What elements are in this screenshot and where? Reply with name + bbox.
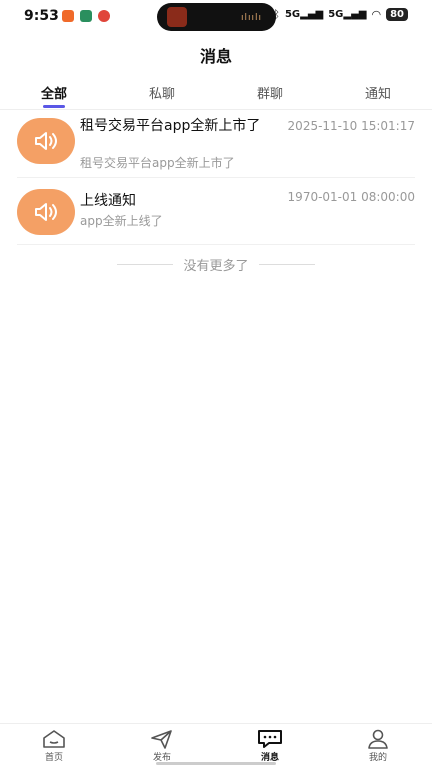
message-item[interactable]: 租号交易平台app全新上市了 租号交易平台app全新上市了 2025-11-10… — [17, 117, 415, 177]
message-title: 上线通知 — [80, 193, 136, 209]
divider — [0, 109, 432, 110]
speaker-icon — [17, 118, 75, 164]
user-icon — [368, 729, 388, 749]
no-more-text: 没有更多了 — [183, 259, 249, 274]
nav-label: 首页 — [44, 753, 63, 763]
audio-wave-icon: ılıılı — [240, 13, 262, 23]
nav-profile[interactable]: 我的 — [324, 724, 432, 768]
tab-all[interactable]: 全部 — [0, 78, 108, 108]
status-indicators: ᛒ 5G▂▄▆ 5G▂▄▆ ◠ 80 — [273, 8, 408, 21]
message-item[interactable]: 上线通知 app全新上线了 1970-01-01 08:00:00 — [17, 188, 415, 248]
status-time: 9:53 — [24, 8, 59, 24]
divider — [17, 177, 415, 178]
divider — [258, 264, 315, 265]
wifi-icon: ◠ — [371, 8, 382, 21]
bluetooth-icon: ᛒ — [273, 8, 280, 21]
app-notification-icon — [98, 10, 110, 22]
signal-icon: 5G▂▄▆ — [284, 9, 324, 20]
message-tabs: 全部 私聊 群聊 通知 — [0, 78, 432, 108]
media-thumbnail — [167, 7, 187, 27]
message-time: 1970-01-01 08:00:00 — [287, 190, 415, 204]
app-notification-icon — [62, 10, 74, 22]
message-title: 租号交易平台app全新上市了 — [80, 118, 261, 134]
status-bar: 9:53 ılıılı ᛒ 5G▂▄▆ 5G▂▄▆ ◠ 80 — [0, 0, 432, 32]
divider — [117, 264, 174, 265]
tab-notice[interactable]: 通知 — [324, 78, 432, 108]
message-icon — [258, 730, 282, 748]
message-preview: 租号交易平台app全新上市了 — [80, 156, 235, 170]
speaker-icon — [17, 189, 75, 235]
dynamic-island[interactable]: ılıılı — [157, 3, 276, 31]
home-indicator[interactable] — [156, 762, 276, 765]
message-preview: app全新上线了 — [80, 214, 163, 228]
page-title: 消息 — [199, 47, 232, 66]
status-app-icons — [62, 10, 110, 22]
nav-label: 我的 — [368, 753, 387, 763]
tab-private[interactable]: 私聊 — [108, 78, 216, 108]
send-icon — [151, 730, 172, 749]
tab-group[interactable]: 群聊 — [216, 78, 324, 108]
home-icon — [43, 730, 65, 748]
divider — [17, 244, 415, 245]
signal-icon: 5G▂▄▆ — [328, 9, 367, 20]
nav-home[interactable]: 首页 — [0, 724, 108, 768]
list-end-indicator: 没有更多了 — [0, 255, 432, 274]
battery-indicator: 80 — [386, 8, 408, 21]
message-time: 2025-11-10 15:01:17 — [287, 119, 415, 133]
app-notification-icon — [80, 10, 92, 22]
